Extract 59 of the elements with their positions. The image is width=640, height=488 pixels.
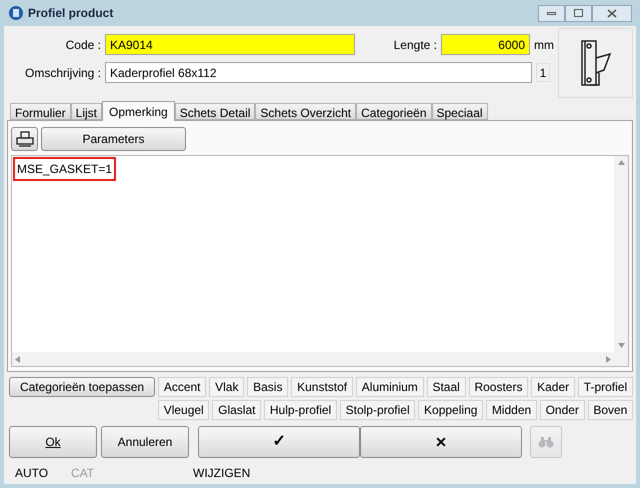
maximize-button[interactable] [565, 4, 592, 22]
category-button[interactable]: Stolp-profiel [340, 400, 416, 420]
category-button[interactable]: Onder [540, 400, 585, 420]
scroll-down-icon [618, 343, 624, 348]
ok-button[interactable]: Ok [9, 426, 97, 458]
unit-label: mm [533, 36, 554, 54]
close-button[interactable] [592, 4, 632, 22]
length-label: Lengte : [392, 36, 438, 54]
category-button[interactable]: T-profiel [578, 377, 633, 397]
category-button[interactable]: Midden [486, 400, 537, 420]
code-label: Code : [64, 36, 102, 54]
category-button[interactable]: Aluminium [356, 377, 424, 397]
window-title: Profiel product [28, 5, 114, 22]
description-label: Omschrijving : [24, 64, 102, 82]
scroll-left-icon [15, 356, 20, 362]
close-icon [607, 8, 617, 18]
category-button[interactable]: Glaslat [212, 400, 262, 420]
status-text: CAT [71, 465, 96, 482]
tab[interactable]: Schets Detail [174, 103, 256, 120]
code-field[interactable]: KA9014 [105, 34, 355, 55]
category-button[interactable]: Roosters [468, 377, 528, 397]
minimize-button[interactable] [538, 4, 565, 22]
category-button[interactable]: Vleugel [158, 400, 210, 420]
category-button[interactable]: Koppeling [418, 400, 484, 420]
count-box: 1 [536, 63, 550, 82]
tab[interactable]: Categorieën [356, 103, 432, 120]
description-field[interactable]: Kaderprofiel 68x112 [105, 62, 532, 83]
binoculars-icon [538, 436, 554, 448]
category-button[interactable]: Vlak [209, 377, 244, 397]
printer-icon [16, 131, 34, 147]
confirm-button[interactable]: ✓ [198, 426, 360, 458]
length-field[interactable]: 6000 [441, 34, 530, 55]
text-editor[interactable]: MSE_GASKET=1 [11, 155, 629, 367]
vertical-scrollbar[interactable] [614, 156, 628, 366]
category-button[interactable]: Boven [588, 400, 634, 420]
category-button[interactable]: Accent [158, 377, 206, 397]
status-text: AUTO [15, 465, 50, 482]
category-button[interactable]: Hulp-profiel [264, 400, 337, 420]
scroll-right-icon [606, 356, 611, 362]
tab[interactable]: Formulier [10, 103, 71, 120]
profile-section-icon [578, 38, 612, 88]
status-text: WIJZIGEN [193, 465, 250, 482]
tab[interactable]: Speciaal [432, 103, 488, 120]
category-button[interactable]: Kader [531, 377, 575, 397]
category-button[interactable]: Basis [247, 377, 288, 397]
apply-categories-button[interactable]: Categorieën toepassen [9, 377, 155, 397]
parameters-button[interactable]: Parameters [41, 127, 186, 151]
scroll-up-icon [618, 160, 624, 165]
horizontal-scrollbar[interactable] [12, 352, 614, 366]
tab[interactable]: Opmerking [102, 101, 175, 121]
print-button[interactable] [11, 127, 38, 151]
tab[interactable]: Schets Overzicht [255, 103, 356, 120]
category-button[interactable]: Staal [426, 377, 466, 397]
tab[interactable]: Lijst [70, 103, 102, 120]
reject-button[interactable]: × [360, 426, 522, 458]
app-icon [8, 5, 24, 21]
editor-text: MSE_GASKET=1 [13, 157, 116, 181]
cancel-button[interactable]: Annuleren [101, 426, 189, 458]
category-button[interactable]: Kunststof [291, 377, 353, 397]
